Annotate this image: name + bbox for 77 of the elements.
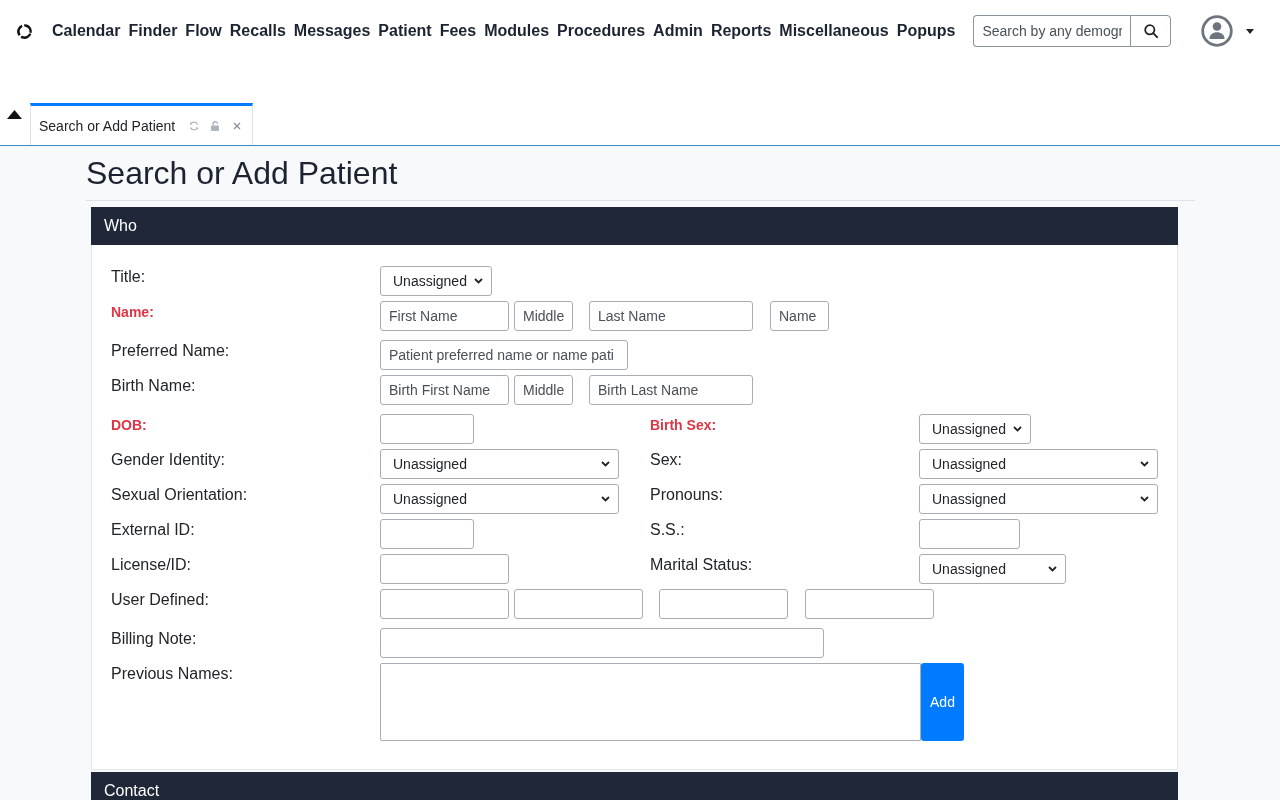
menu-item[interactable]: Flow <box>185 22 222 40</box>
add-button[interactable]: Add <box>921 663 964 741</box>
field-label: User Defined: <box>111 590 210 610</box>
chevron-down-icon <box>1048 566 1057 572</box>
field-label: External ID: <box>111 520 196 540</box>
field-label: DOB: <box>111 416 148 435</box>
field-label: Birth Sex: <box>650 416 718 435</box>
menu-item[interactable]: Admin <box>653 22 703 40</box>
chevron-down-icon <box>1140 461 1149 467</box>
dropdown[interactable]: Unassigned <box>919 414 1031 444</box>
refresh-icon[interactable] <box>189 120 200 131</box>
logo-icon[interactable] <box>16 22 33 40</box>
text-area[interactable] <box>380 663 921 741</box>
close-icon[interactable] <box>233 121 242 130</box>
field-label: Previous Names: <box>111 664 234 684</box>
lock-icon[interactable] <box>210 120 221 131</box>
input-field[interactable] <box>380 519 474 549</box>
section-header: Who <box>91 207 1178 245</box>
input-field[interactable] <box>659 589 788 619</box>
dropdown[interactable]: Unassigned <box>919 554 1066 584</box>
menu-item[interactable]: Recalls <box>229 22 286 40</box>
menu-item[interactable]: Finder <box>128 22 178 40</box>
input-field[interactable] <box>380 554 509 584</box>
field-label: License/ID: <box>111 555 193 575</box>
input-field[interactable]: Birth Last Name <box>589 375 753 405</box>
menu-item[interactable]: Popups <box>896 22 956 40</box>
caret-up-icon[interactable] <box>7 110 22 119</box>
chevron-down-icon <box>1140 496 1149 502</box>
chevron-down-icon <box>1013 426 1022 432</box>
user-avatar-icon[interactable] <box>1201 15 1234 47</box>
dropdown[interactable]: Unassigned <box>380 449 619 479</box>
field-label: Gender Identity: <box>111 450 226 470</box>
field-label: Pronouns: <box>650 485 724 505</box>
input-field[interactable] <box>514 589 643 619</box>
field-label: Sex: <box>650 450 683 470</box>
search-button[interactable] <box>1130 15 1172 47</box>
field-label: Birth Name: <box>111 376 197 396</box>
input-field[interactable]: Middle <box>514 375 573 405</box>
field-label: Billing Note: <box>111 629 198 649</box>
input-field[interactable] <box>380 589 509 619</box>
input-field[interactable]: Name <box>770 301 829 331</box>
field-label: Title: <box>111 267 147 287</box>
field-label: Name: <box>111 303 155 322</box>
section-header: Contact <box>91 772 1178 800</box>
dropdown[interactable]: Unassigned <box>380 484 619 514</box>
caret-down-icon[interactable] <box>1246 28 1255 34</box>
menu-item[interactable]: Fees <box>439 22 477 40</box>
menu-item[interactable]: Reports <box>710 22 772 40</box>
field-label: S.S.: <box>650 520 686 540</box>
search-icon <box>1143 24 1158 38</box>
input-field[interactable] <box>919 519 1020 549</box>
menu-item[interactable]: Patient <box>378 22 432 40</box>
dropdown[interactable]: Unassigned <box>919 449 1158 479</box>
menu-item[interactable]: Messages <box>293 22 371 40</box>
input-field[interactable]: Middle <box>514 301 573 331</box>
tab[interactable]: Search or Add Patient <box>30 103 254 145</box>
chevron-down-icon <box>474 278 483 284</box>
search-field[interactable]: Search by any demogr <box>973 15 1131 47</box>
chevron-down-icon <box>601 496 610 502</box>
menu-item[interactable]: Miscellaneous <box>779 22 889 40</box>
dropdown[interactable]: Unassigned <box>380 266 492 296</box>
input-field[interactable] <box>380 628 824 658</box>
field-label: Preferred Name: <box>111 341 231 361</box>
input-field[interactable]: Last Name <box>589 301 753 331</box>
page-title: Search or Add Patient <box>86 154 399 192</box>
menu-item[interactable]: Modules <box>484 22 550 40</box>
chevron-down-icon <box>601 461 610 467</box>
input-field[interactable]: Patient preferred name or name pati <box>380 340 628 370</box>
field-label: Marital Status: <box>650 555 754 575</box>
menu-item[interactable]: Calendar <box>52 22 121 40</box>
input-field[interactable]: Birth First Name <box>380 375 509 405</box>
menu-item[interactable]: Procedures <box>557 22 646 40</box>
field-label: Sexual Orientation: <box>111 485 249 505</box>
input-field[interactable] <box>380 414 474 444</box>
input-field[interactable] <box>805 589 934 619</box>
input-field[interactable]: First Name <box>380 301 509 331</box>
dropdown[interactable]: Unassigned <box>919 484 1158 514</box>
